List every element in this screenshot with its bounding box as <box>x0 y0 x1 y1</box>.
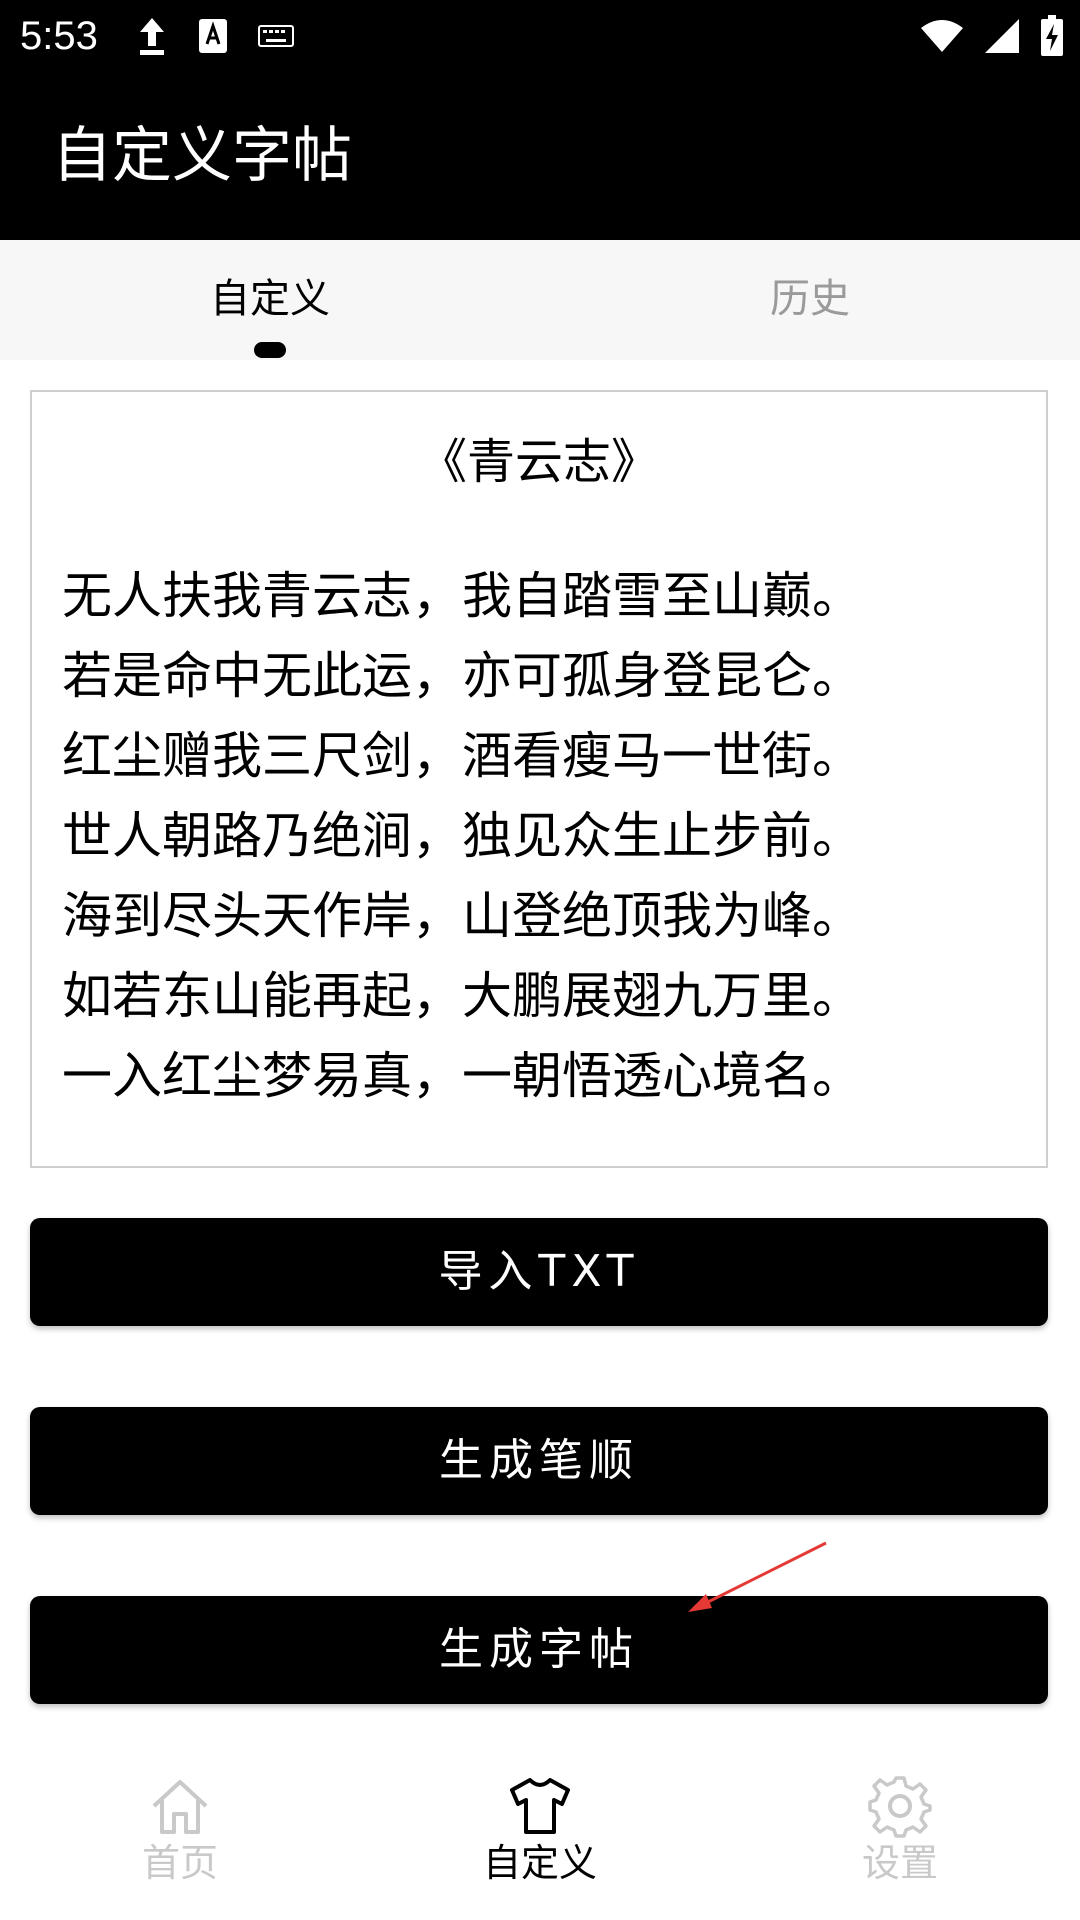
nav-label-settings: 设置 <box>861 1841 938 1885</box>
tab-bar: 自定义 历史 <box>0 240 1080 360</box>
poem-line: 无人扶我青云志，我自踏雪至山巅。 <box>62 567 862 625</box>
poem-line: 一入红尘梦易真，一朝悟透心境名。 <box>62 1047 862 1105</box>
battery-charging-icon <box>1041 15 1063 56</box>
keyboard-icon <box>258 25 294 47</box>
gear-icon <box>868 1776 932 1838</box>
poem-line: 海到尽头天作岸，山登绝顶我为峰。 <box>62 887 862 945</box>
generate-stroke-order-button[interactable]: 生成笔顺 <box>30 1407 1048 1515</box>
nav-label-custom: 自定义 <box>482 1841 597 1885</box>
tab-indicator <box>254 342 286 358</box>
bottom-navigation: 首页 自定义 设置 <box>0 1752 1080 1920</box>
generate-copybook-button[interactable]: 生成字帖 <box>30 1596 1048 1704</box>
tshirt-icon <box>510 1778 570 1834</box>
poem-line: 如若东山能再起，大鹏展翅九万里。 <box>62 967 862 1025</box>
nav-item-settings[interactable]: 设置 <box>720 1752 1080 1920</box>
status-icons-right <box>920 14 1064 58</box>
app-bar: 自定义字帖 <box>0 72 1080 240</box>
page-title: 自定义字帖 <box>52 121 352 191</box>
poem-title: 《青云志》 <box>418 434 659 490</box>
upload-icon <box>140 18 164 55</box>
wifi-icon <box>921 20 963 52</box>
nav-item-home[interactable]: 首页 <box>0 1752 360 1920</box>
poem-line: 世人朝路乃绝涧，独见众生止步前。 <box>62 807 862 865</box>
status-time: 5:53 <box>20 14 98 58</box>
status-icons-left <box>136 14 294 58</box>
poem-text-area[interactable]: 《青云志》 无人扶我青云志，我自踏雪至山巅。 若是命中无此运，亦可孤身登昆仑。 … <box>30 390 1048 1168</box>
import-txt-button[interactable]: 导入TXT <box>30 1218 1048 1326</box>
poem-line: 红尘赠我三尺剑，酒看瘦马一世街。 <box>62 727 862 785</box>
poem-lines: 无人扶我青云志，我自踏雪至山巅。 若是命中无此运，亦可孤身登昆仑。 红尘赠我三尺… <box>62 556 1026 1134</box>
text-icon <box>199 19 227 53</box>
signal-icon <box>985 19 1019 53</box>
nav-item-custom[interactable]: 自定义 <box>360 1752 720 1920</box>
tab-history[interactable]: 历史 <box>540 240 1080 360</box>
nav-label-home: 首页 <box>141 1841 218 1885</box>
status-bar: 5:53 <box>0 0 1080 72</box>
poem-line: 若是命中无此运，亦可孤身登昆仑。 <box>62 647 862 705</box>
home-icon <box>152 1780 208 1834</box>
